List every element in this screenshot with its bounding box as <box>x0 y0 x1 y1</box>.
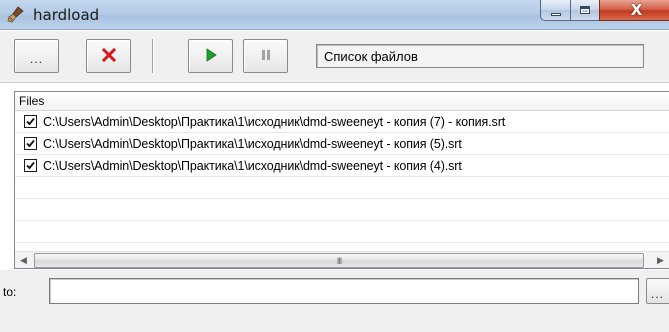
file-list[interactable]: Files C:\Users\Admin\Desktop\Практика\1\… <box>14 91 669 269</box>
file-checkbox[interactable] <box>24 115 37 128</box>
add-files-label: ... <box>29 52 43 66</box>
maximize-icon <box>580 6 590 14</box>
maximize-button[interactable] <box>570 0 600 21</box>
destination-input[interactable] <box>49 278 639 304</box>
grip-icon: III <box>336 255 342 266</box>
destination-browse-label: ... <box>651 287 665 301</box>
horizontal-scrollbar[interactable]: ◀ III ▶ <box>15 251 669 268</box>
toolbar: ... Список файлов <box>0 31 669 83</box>
play-icon <box>204 47 218 66</box>
file-checkbox[interactable] <box>24 137 37 150</box>
scroll-left-icon[interactable]: ◀ <box>15 252 32 269</box>
minimize-icon <box>550 12 561 16</box>
broom-icon <box>6 5 26 25</box>
checkmark-icon <box>26 139 35 148</box>
file-row[interactable]: C:\Users\Admin\Desktop\Практика\1\исходн… <box>15 155 669 177</box>
minimize-button[interactable] <box>540 0 571 21</box>
start-button[interactable] <box>188 39 233 73</box>
empty-row <box>15 177 669 199</box>
red-x-icon <box>101 47 117 66</box>
destination-panel: to: ... <box>0 270 669 332</box>
file-rows: C:\Users\Admin\Desktop\Практика\1\исходн… <box>15 111 669 251</box>
file-row[interactable]: C:\Users\Admin\Desktop\Практика\1\исходн… <box>15 133 669 155</box>
destination-browse-button[interactable]: ... <box>646 278 669 304</box>
checkmark-icon <box>26 117 35 126</box>
column-header-files[interactable]: Files <box>15 92 669 111</box>
file-row[interactable]: C:\Users\Admin\Desktop\Практика\1\исходн… <box>15 111 669 133</box>
empty-row <box>15 221 669 243</box>
scroll-thumb[interactable]: III <box>34 253 644 268</box>
empty-row <box>15 199 669 221</box>
close-button[interactable]: X <box>599 0 669 21</box>
add-files-button[interactable]: ... <box>14 39 59 73</box>
toolbar-separator <box>152 39 154 73</box>
file-checkbox[interactable] <box>24 159 37 172</box>
close-icon: X <box>630 1 643 19</box>
pause-icon <box>259 48 273 65</box>
window-title: hardload <box>33 6 100 24</box>
checkmark-icon <box>26 161 35 170</box>
pause-button[interactable] <box>243 39 288 73</box>
title-bar[interactable]: hardload X <box>0 0 669 30</box>
scroll-right-icon[interactable]: ▶ <box>652 252 669 269</box>
remove-files-button[interactable] <box>86 39 131 73</box>
hardload-window: hardload X ... Список файлов Files C:\Us… <box>0 0 669 332</box>
file-path: C:\Users\Admin\Desktop\Практика\1\исходн… <box>43 158 462 173</box>
status-text: Список файлов <box>316 44 644 68</box>
destination-label: to: <box>3 285 17 299</box>
file-path: C:\Users\Admin\Desktop\Практика\1\исходн… <box>43 114 506 129</box>
file-path: C:\Users\Admin\Desktop\Практика\1\исходн… <box>43 136 462 151</box>
